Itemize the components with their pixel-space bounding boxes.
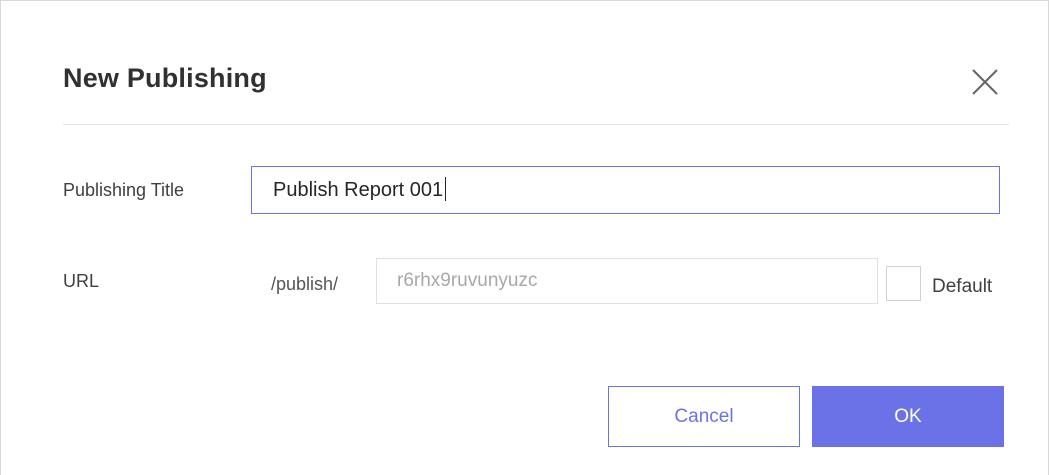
header-divider <box>63 124 1009 125</box>
cancel-button[interactable]: Cancel <box>608 386 800 447</box>
publishing-title-value: Publish Report 001 <box>273 179 444 201</box>
url-prefix: /publish/ <box>271 274 339 294</box>
text-caret <box>445 176 447 201</box>
dialog-title: New Publishing <box>63 63 267 93</box>
url-label: URL <box>63 271 100 291</box>
close-button[interactable] <box>968 65 1002 99</box>
url-input[interactable]: r6rhx9ruvunyuzc <box>376 258 878 304</box>
default-checkbox[interactable] <box>886 266 921 301</box>
publishing-title-label: Publishing Title <box>63 180 185 200</box>
url-placeholder: r6rhx9ruvunyuzc <box>397 270 538 291</box>
publishing-title-input[interactable]: Publish Report 001 <box>251 166 1000 214</box>
close-icon <box>972 69 998 95</box>
ok-button[interactable]: OK <box>812 386 1004 447</box>
new-publishing-dialog: New Publishing Publishing Title Publish … <box>0 0 1049 475</box>
default-label: Default <box>932 276 993 297</box>
